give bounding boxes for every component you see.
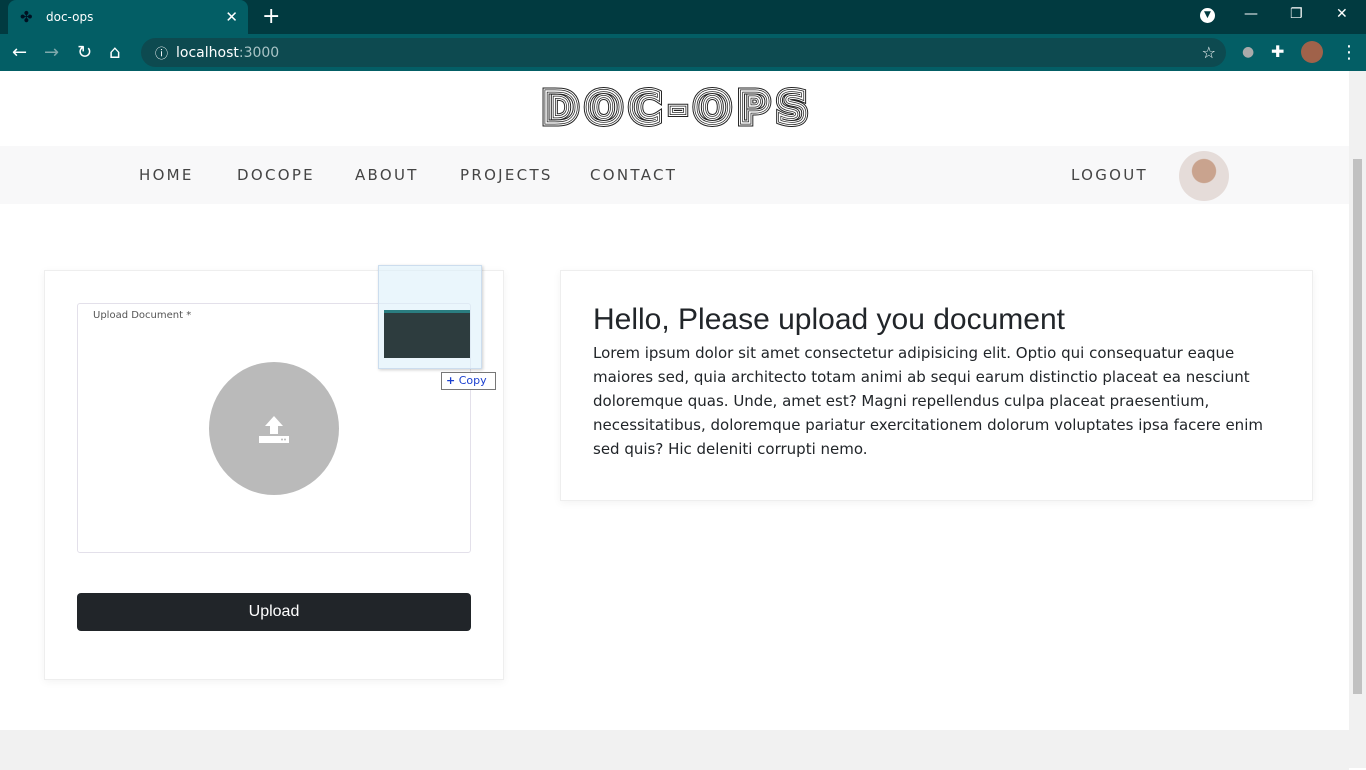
bookmark-star-icon[interactable]: ☆ (1202, 43, 1216, 62)
url-port: :3000 (238, 44, 280, 61)
browser-tab[interactable]: ✤ doc-ops ✕ (8, 0, 248, 34)
upload-button[interactable]: Upload (77, 593, 471, 631)
upload-icon (259, 415, 289, 443)
close-tab-icon[interactable]: ✕ (225, 8, 238, 26)
home-icon[interactable]: ⌂ (109, 42, 120, 63)
forward-icon[interactable]: → (44, 42, 59, 63)
page-scrollbar[interactable] (1349, 71, 1366, 768)
nav-contact[interactable]: CONTACT (590, 166, 677, 184)
drag-screenshot-thumbnail (384, 310, 470, 358)
extensions-puzzle-icon[interactable]: ✚ (1271, 42, 1284, 61)
nav-docope[interactable]: DOCOPE (237, 166, 315, 184)
back-icon[interactable]: ← (12, 42, 27, 63)
menu-kebab-icon[interactable]: ⋮ (1340, 42, 1358, 63)
reload-icon[interactable]: ↻ (77, 42, 92, 63)
nav-logout[interactable]: LOGOUT (1071, 166, 1148, 184)
new-tab-icon[interactable]: + (262, 4, 280, 29)
url-host: localhost (176, 44, 239, 61)
nav-projects[interactable]: PROJECTS (460, 166, 553, 184)
address-bar[interactable]: ⓘ localhost:3000 ☆ (141, 38, 1226, 67)
drag-preview (378, 265, 482, 369)
copy-label: Copy (458, 374, 487, 387)
user-avatar[interactable] (1179, 151, 1229, 201)
info-icon: ⓘ (155, 47, 169, 62)
extension-icon[interactable]: ● (1242, 44, 1254, 60)
close-window-icon[interactable]: ✕ (1336, 6, 1348, 22)
nav-about[interactable]: ABOUT (355, 166, 419, 184)
main-navbar: HOME DOCOPE ABOUT PROJECTS CONTACT LOGOU… (0, 146, 1349, 204)
nav-home[interactable]: HOME (139, 166, 194, 184)
tab-title: doc-ops (46, 10, 94, 24)
favicon-icon: ✤ (20, 8, 33, 26)
scrollbar-thumb[interactable] (1353, 159, 1362, 694)
profile-menu-icon[interactable]: ▼ (1200, 8, 1215, 23)
restore-icon[interactable]: ❐ (1290, 6, 1303, 22)
minimize-icon[interactable]: — (1244, 6, 1258, 22)
profile-avatar[interactable] (1301, 41, 1323, 63)
browser-tab-strip: ✤ doc-ops ✕ + ▼ — ❐ ✕ (0, 0, 1366, 34)
info-card: Hello, Please upload you document Lorem … (560, 270, 1313, 501)
drag-copy-badge: + Copy (441, 372, 496, 390)
svg-text:DOC-OPS: DOC-OPS (542, 83, 808, 129)
info-title: Hello, Please upload you document (593, 303, 1065, 336)
browser-toolbar: ← → ↻ ⌂ ⓘ localhost:3000 ☆ ● ✚ ⋮ (0, 34, 1366, 71)
upload-label: Upload Document * (93, 310, 192, 321)
footer (0, 730, 1349, 770)
info-body: Lorem ipsum dolor sit amet consectetur a… (593, 344, 1263, 458)
site-logo: DOC-OPS DOC-OPS DOC-OPS DOC-OPS (539, 79, 812, 138)
upload-icon-circle[interactable] (209, 362, 339, 495)
page: DOC-OPS DOC-OPS DOC-OPS DOC-OPS HOME DOC… (0, 71, 1349, 770)
